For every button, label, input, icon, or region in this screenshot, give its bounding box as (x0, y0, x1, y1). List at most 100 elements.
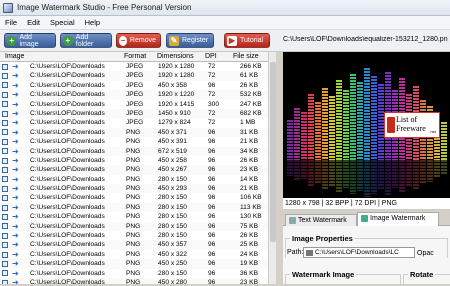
checkbox[interactable] (2, 270, 8, 277)
list-item[interactable]: ➜ C:\Users\LOF\Downloads PNG 672 x 519 96 34 … (0, 146, 268, 156)
menu-special[interactable]: Special (45, 18, 80, 27)
list-scrollbar[interactable] (268, 52, 276, 284)
cell-format: PNG (126, 278, 141, 284)
list-item[interactable]: ➜ C:\Users\LOF\Downloads PNG 280 x 150 96 75 … (0, 221, 268, 232)
col-dpi[interactable]: DPI (205, 53, 217, 60)
tab-image-watermark[interactable]: Image Watermark (357, 212, 439, 226)
menu-help[interactable]: Help (80, 18, 105, 27)
cell-file: C:\Users\LOF\Downloads (30, 203, 105, 211)
list-item[interactable]: ➜ C:\Users\LOF\Downloads JPEG 1920 x 1415 30… (0, 99, 268, 109)
checkbox[interactable] (2, 157, 8, 164)
list-item[interactable]: ➜ C:\Users\LOF\Downloads PNG 450 x 371 96 31 … (0, 127, 268, 138)
checkbox[interactable] (2, 251, 8, 258)
cell-file: C:\Users\LOF\Downloads (30, 241, 105, 249)
list-item[interactable]: ➜ C:\Users\LOF\Downloads PNG 450 x 250 96 19 … (0, 259, 268, 269)
list-item[interactable]: ➜ C:\Users\LOF\Downloads JPEG 1920 x 1220 72… (0, 90, 268, 100)
add-image-button[interactable]: + Add image (4, 33, 56, 48)
checkbox[interactable] (2, 223, 8, 230)
image-list[interactable]: Image Format Dimensions DPI File size ➜ C… (0, 52, 276, 284)
list-item[interactable]: ➜ C:\Users\LOF\Downloads PNG 280 x 150 96 36 … (0, 268, 268, 278)
watermark-tabs: Text Watermark Image Watermark (283, 212, 450, 226)
list-item[interactable]: ➜ C:\Users\LOF\Downloads JPEG 450 x 358 96 26… (0, 80, 268, 91)
register-button[interactable]: ✎ Register (166, 33, 214, 48)
arrow-right-icon: ➜ (12, 202, 19, 212)
list-item[interactable]: ➜ C:\Users\LOF\Downloads PNG 450 x 293 96 21 … (0, 184, 268, 194)
checkbox[interactable] (2, 120, 8, 127)
cell-dpi: 96 (208, 260, 216, 268)
checkbox[interactable] (2, 195, 8, 202)
cell-format: JPEG (126, 63, 144, 70)
equalizer-reflection (378, 160, 384, 190)
checkbox[interactable] (2, 129, 8, 136)
equalizer-bar (315, 102, 321, 160)
list-item[interactable]: ➜ C:\Users\LOF\Downloads PNG 450 x 322 96 24 … (0, 249, 268, 260)
cell-file: C:\Users\LOF\Downloads (30, 63, 105, 70)
checkbox[interactable] (2, 204, 8, 211)
checkbox[interactable] (2, 138, 8, 145)
cell-dpi: 96 (208, 232, 216, 240)
cell-size: 682 KB (240, 109, 262, 117)
checkbox[interactable] (2, 73, 8, 80)
checkbox[interactable] (2, 279, 8, 284)
cell-dpi: 96 (208, 250, 216, 258)
watermark-overlay[interactable]: List of Freeware .net (384, 112, 440, 138)
menu-file[interactable]: File (0, 18, 22, 27)
cell-file: C:\Users\LOF\Downloads (30, 260, 105, 268)
checkbox[interactable] (2, 82, 8, 89)
remove-button[interactable]: – Remove (116, 33, 161, 48)
checkbox[interactable] (2, 185, 8, 192)
list-item[interactable]: ➜ C:\Users\LOF\Downloads PNG 450 x 357 96 25 … (0, 240, 268, 250)
cell-format: PNG (126, 175, 141, 183)
col-image[interactable]: Image (5, 53, 24, 60)
cell-dimensions: 450 x 322 (158, 250, 187, 258)
list-item[interactable]: ➜ C:\Users\LOF\Downloads JPEG 1279 x 824 72 1… (0, 118, 268, 128)
list-item[interactable]: ➜ C:\Users\LOF\Downloads PNG 450 x 391 96 21 … (0, 137, 268, 147)
list-item[interactable]: ➜ C:\Users\LOF\Downloads PNG 450 x 267 96 23 … (0, 165, 268, 175)
list-item[interactable]: ➜ C:\Users\LOF\Downloads JPEG 1920 x 1280 72… (0, 62, 268, 72)
checkbox[interactable] (2, 176, 8, 183)
remove-label: Remove (129, 37, 156, 44)
cell-dimensions: 280 x 150 (158, 194, 187, 202)
checkbox[interactable] (2, 242, 8, 249)
tutorial-button[interactable]: ▶ Tutorial (224, 33, 270, 48)
list-item[interactable]: ➜ C:\Users\LOF\Downloads JPEG 1450 x 910 72 6… (0, 108, 268, 119)
cell-dimensions: 450 x 358 (158, 81, 187, 89)
scrollbar-thumb[interactable] (270, 62, 276, 242)
arrow-right-icon: ➜ (12, 174, 19, 184)
plus-icon: + (7, 35, 17, 46)
arrow-right-icon: ➜ (12, 268, 19, 278)
checkbox[interactable] (2, 232, 8, 239)
image-preview[interactable]: List of Freeware .net (283, 52, 450, 198)
list-item[interactable]: ➜ C:\Users\LOF\Downloads PNG 280 x 150 96 130… (0, 212, 268, 222)
cell-format: JPEG (126, 109, 144, 117)
list-item[interactable]: ➜ C:\Users\LOF\Downloads PNG 280 x 150 96 14 … (0, 174, 268, 185)
cell-dimensions: 280 x 150 (158, 175, 187, 183)
list-item[interactable]: ➜ C:\Users\LOF\Downloads PNG 450 x 280 96 23 … (0, 277, 268, 284)
checkbox[interactable] (2, 63, 8, 70)
cell-format: PNG (126, 222, 141, 230)
checkbox[interactable] (2, 260, 8, 267)
equalizer-bar (441, 122, 447, 160)
path-field[interactable]: C:\Users\LOF\Downloads\LC (303, 247, 415, 258)
checkbox[interactable] (2, 213, 8, 220)
menu-edit[interactable]: Edit (22, 18, 45, 27)
checkbox[interactable] (2, 166, 8, 173)
cell-size: 19 KB (240, 260, 258, 268)
col-dimensions[interactable]: Dimensions (157, 53, 194, 60)
add-folder-button[interactable]: + Add folder (60, 33, 112, 48)
col-file-size[interactable]: File size (233, 53, 259, 60)
arrow-right-icon: ➜ (12, 249, 19, 259)
equalizer-bar (322, 88, 328, 160)
col-format[interactable]: Format (124, 53, 146, 60)
equalizer-bar (343, 90, 349, 160)
list-item[interactable]: ➜ C:\Users\LOF\Downloads JPEG 1920 x 1280 72… (0, 71, 268, 81)
list-item[interactable]: ➜ C:\Users\LOF\Downloads PNG 280 x 150 96 113… (0, 202, 268, 213)
list-item[interactable]: ➜ C:\Users\LOF\Downloads PNG 280 x 150 96 26 … (0, 231, 268, 241)
checkbox[interactable] (2, 101, 8, 108)
tab-text-watermark[interactable]: Text Watermark (285, 214, 357, 226)
checkbox[interactable] (2, 148, 8, 155)
list-item[interactable]: ➜ C:\Users\LOF\Downloads PNG 280 x 150 96 106… (0, 193, 268, 203)
checkbox[interactable] (2, 91, 8, 98)
list-item[interactable]: ➜ C:\Users\LOF\Downloads PNG 450 x 258 96 26 … (0, 155, 268, 166)
checkbox[interactable] (2, 110, 8, 117)
